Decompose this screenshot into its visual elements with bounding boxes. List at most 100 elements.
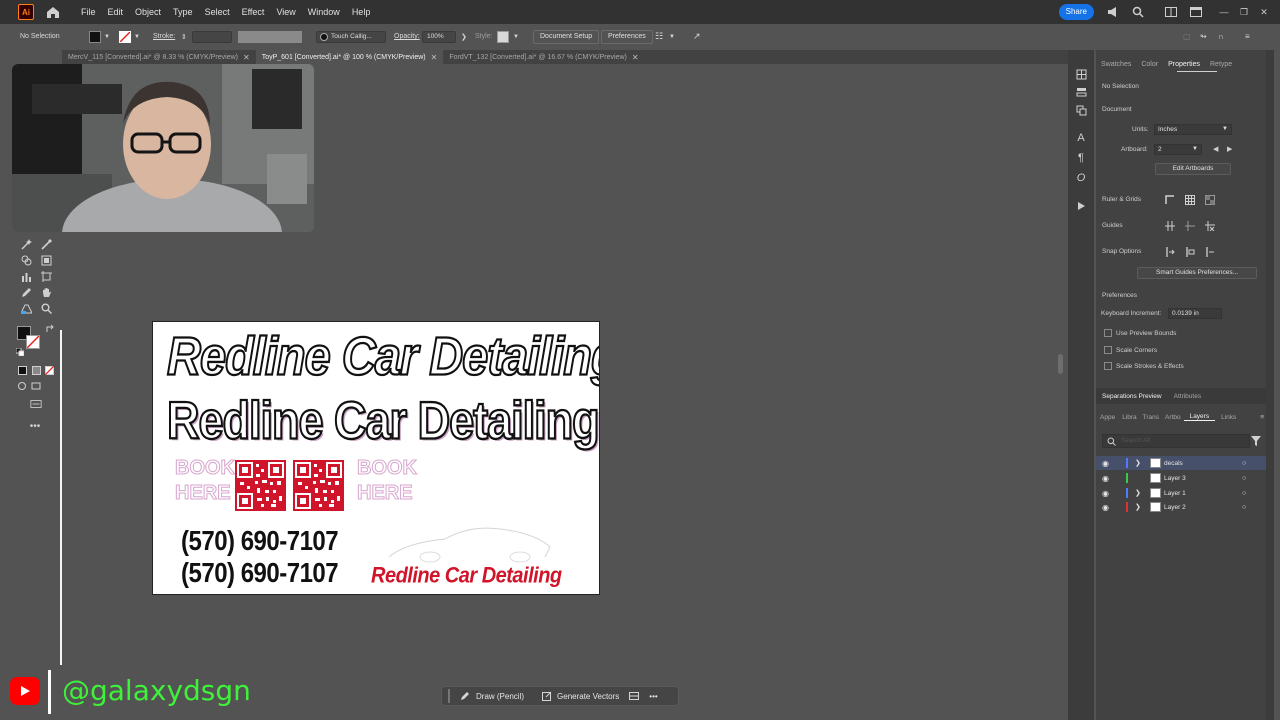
stroke-color-box[interactable] (26, 335, 40, 349)
stroke-weight-field[interactable] (192, 30, 232, 43)
transparency-grid-icon[interactable] (1204, 194, 1215, 205)
panel-scrollbar[interactable] (1266, 50, 1274, 720)
pencil-icon[interactable] (20, 286, 32, 298)
swap-colors-icon[interactable] (44, 323, 56, 335)
phone-number[interactable]: (570) 690-7107 (181, 558, 339, 590)
draw-mode-icon[interactable] (16, 380, 28, 392)
phone-number[interactable]: (570) 690-7107 (181, 526, 339, 558)
shape-builder-icon[interactable] (20, 254, 32, 266)
stroke-swatch[interactable] (119, 30, 131, 43)
properties-icon[interactable] (1075, 86, 1087, 98)
use-preview-bounds-checkbox[interactable] (1104, 329, 1112, 337)
menu-help[interactable]: Help (346, 0, 377, 24)
tab-properties[interactable]: Properties (1163, 58, 1205, 72)
more-options-icon[interactable]: ••• (649, 692, 657, 701)
chevron-right-icon[interactable]: ❯ (1135, 489, 1141, 497)
tab-transform[interactable]: Trans (1140, 414, 1162, 421)
artboard-tool-icon[interactable] (40, 270, 52, 282)
headline-bold[interactable]: Redline Car Detailing (166, 389, 599, 452)
close-icon[interactable]: ✕ (431, 53, 438, 62)
logo-text-red[interactable]: Redline Car Detailing (371, 564, 562, 589)
target-icon[interactable]: ○ (1242, 475, 1246, 482)
puppet-icon[interactable]: ∩ (1218, 32, 1224, 41)
book-here-right[interactable]: BOOK HERE (357, 456, 418, 506)
edit-toolbar-icon[interactable] (30, 398, 42, 410)
brush-definition[interactable]: Touch Callig... (316, 30, 386, 43)
menu-object[interactable]: Object (129, 0, 167, 24)
car-outline[interactable] (385, 517, 555, 567)
layer-row[interactable]: ◉ Layer 3 ○ (1096, 471, 1268, 485)
menu-edit[interactable]: Edit (102, 0, 130, 24)
opacity-label[interactable]: Opacity: (394, 33, 420, 40)
eye-icon[interactable]: ◉ (1102, 489, 1109, 498)
layer-row[interactable]: ◉ ❯ Layer 1 ○ (1096, 486, 1268, 500)
panel-menu-icon[interactable]: ≡ (1245, 32, 1250, 41)
eye-icon[interactable]: ◉ (1102, 459, 1109, 468)
home-icon[interactable] (46, 5, 60, 19)
smart-guides-preferences-button[interactable]: Smart Guides Preferences... (1137, 267, 1257, 279)
tab-appearance[interactable]: Appe (1096, 414, 1119, 421)
tab-links[interactable]: Links (1215, 414, 1242, 421)
chevron-down-icon[interactable]: ▼ (669, 34, 675, 40)
character-icon[interactable]: A (1075, 132, 1087, 144)
scroll-thumb[interactable] (1058, 354, 1063, 374)
target-icon[interactable]: ○ (1242, 460, 1246, 467)
minimize-icon[interactable]: — (1214, 7, 1234, 17)
layers-search-field[interactable]: Search All (1102, 434, 1250, 448)
tab-fordvt[interactable]: FordVT_132 [Converted].ai* @ 16.67 % (CM… (443, 50, 644, 64)
megaphone-icon[interactable] (1106, 5, 1120, 19)
lock-guides-icon[interactable] (1184, 220, 1195, 231)
layer-row[interactable]: ◉ ❯ Layer 2 ○ (1096, 500, 1268, 514)
play-icon[interactable] (1075, 200, 1087, 212)
menu-select[interactable]: Select (199, 0, 236, 24)
eye-icon[interactable]: ◉ (1102, 474, 1109, 483)
filter-icon[interactable] (1251, 436, 1261, 446)
eyedropper-icon[interactable] (40, 238, 52, 250)
generate-vectors-button[interactable]: Generate Vectors (557, 692, 619, 701)
chevron-right-icon[interactable]: ❯ (461, 33, 467, 41)
graph-icon[interactable] (20, 270, 32, 282)
close-icon[interactable]: ✕ (632, 53, 639, 62)
shaper-icon[interactable]: ↬ (1200, 32, 1207, 41)
units-dropdown[interactable]: Inches ▼ (1154, 124, 1232, 135)
grid-icon[interactable] (1184, 194, 1195, 205)
variable-width-profile[interactable] (238, 30, 302, 43)
edit-artboards-button[interactable]: Edit Artboards (1155, 163, 1231, 175)
none-mode-icon[interactable] (43, 364, 55, 376)
tab-artboards[interactable]: Artbo (1162, 414, 1184, 421)
menu-file[interactable]: File (75, 0, 102, 24)
close-icon[interactable]: ✕ (243, 53, 250, 62)
panel-menu-icon[interactable]: ≡ (1260, 414, 1264, 421)
layer-row[interactable]: ◉ ❯ decals ○ (1096, 456, 1268, 470)
qr-code-left[interactable] (235, 460, 286, 511)
tab-separations-preview[interactable]: Separations Preview (1096, 393, 1168, 400)
arrange-documents-icon[interactable] (1164, 5, 1178, 19)
stroke-label[interactable]: Stroke: (153, 33, 175, 40)
live-paint-icon[interactable] (40, 254, 52, 266)
show-guides-icon[interactable] (1164, 220, 1175, 231)
target-icon[interactable]: ○ (1242, 504, 1246, 511)
tab-attributes[interactable]: Attributes (1168, 393, 1207, 400)
image-icon[interactable] (629, 691, 640, 701)
book-here-left[interactable]: BOOK HERE (175, 456, 236, 506)
chevron-down-icon[interactable]: ▼ (134, 34, 140, 40)
restore-icon[interactable]: ❐ (1234, 7, 1254, 18)
tab-toyp[interactable]: ToyP_601 [Converted].ai* @ 100 % (CMYK/P… (255, 50, 444, 64)
menu-type[interactable]: Type (167, 0, 199, 24)
opentype-icon[interactable]: O (1075, 172, 1087, 184)
color-mode-icon[interactable] (16, 364, 28, 376)
fill-swatch[interactable] (89, 30, 101, 43)
export-icon[interactable]: ↗ (693, 31, 701, 42)
graphic-style-swatch[interactable] (497, 30, 509, 43)
screen-mode-icon[interactable] (30, 380, 42, 392)
snap-to-pixel-icon[interactable] (1184, 246, 1195, 257)
keyboard-increment-field[interactable]: 0.0139 in (1168, 308, 1222, 319)
chevron-down-icon[interactable]: ▼ (104, 34, 110, 40)
tab-retype[interactable]: Retype (1205, 58, 1237, 72)
default-colors-icon[interactable] (14, 346, 26, 358)
tab-swatches[interactable]: Swatches (1096, 58, 1136, 72)
preferences-button[interactable]: Preferences (601, 29, 653, 44)
snap-to-glyph-icon[interactable] (1204, 246, 1215, 257)
gradient-mode-icon[interactable] (30, 364, 42, 376)
menu-effect[interactable]: Effect (236, 0, 271, 24)
